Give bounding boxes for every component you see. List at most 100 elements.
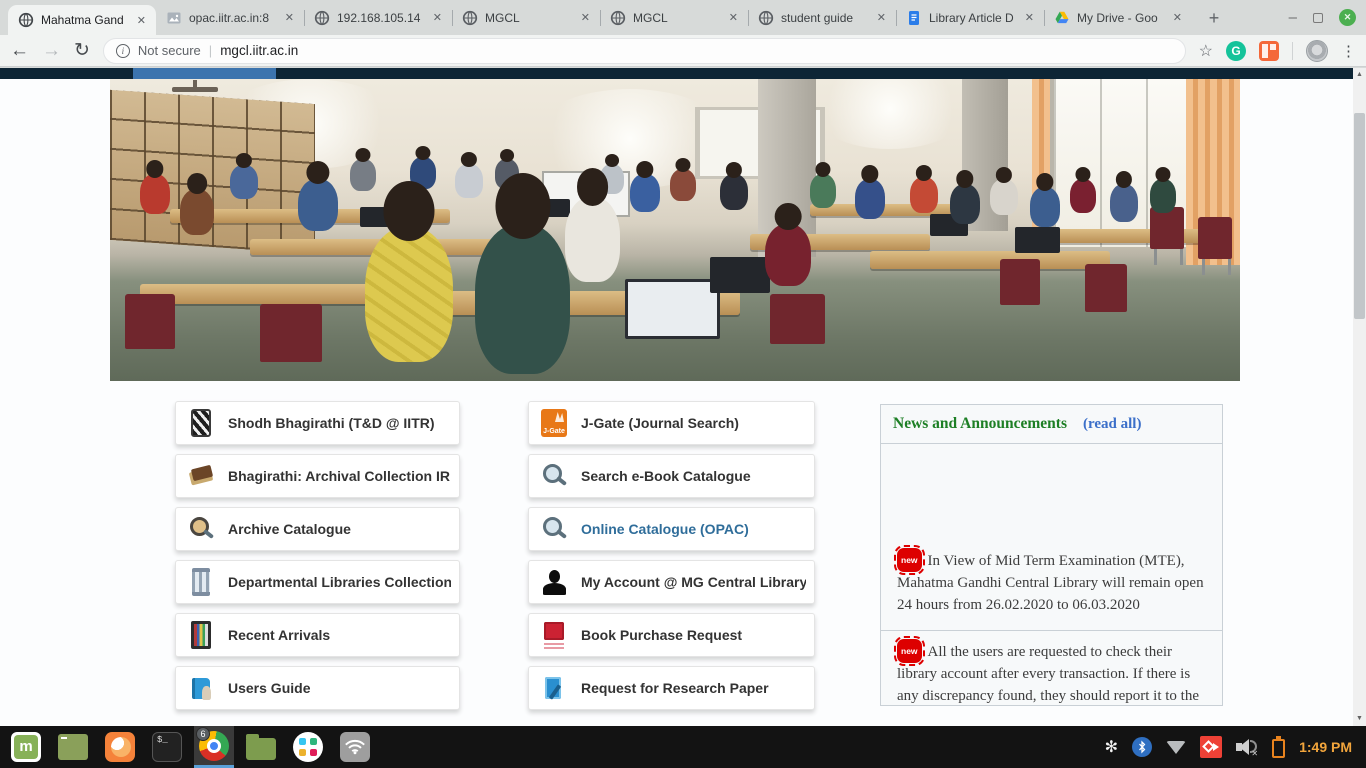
- tab-my-drive[interactable]: My Drive - Goo ✕: [1044, 0, 1192, 35]
- google-drive-favicon: [1054, 10, 1070, 26]
- profile-avatar[interactable]: [1306, 40, 1328, 62]
- link-ebook-catalogue[interactable]: Search e-Book Catalogue: [528, 454, 815, 498]
- link-label: Shodh Bhagirathi (T&D @ IITR): [228, 415, 435, 431]
- tab-title: MGCL: [633, 11, 719, 25]
- links-column-1: Shodh Bhagirathi (T&D @ IITR) Bhagirathi…: [175, 401, 460, 719]
- grammarly-extension-icon[interactable]: G: [1226, 41, 1246, 61]
- thesis-books-icon: [191, 409, 211, 437]
- forward-button[interactable]: →: [42, 41, 61, 60]
- tab-close-icon[interactable]: ✕: [282, 9, 297, 26]
- tab-close-icon[interactable]: ✕: [874, 9, 889, 26]
- scrollbar-thumb[interactable]: [1354, 113, 1365, 319]
- network-app-launcher[interactable]: [335, 726, 375, 768]
- info-icon[interactable]: i: [116, 44, 130, 58]
- scroll-up-arrow[interactable]: ▲: [1353, 68, 1366, 82]
- page-scrollbar[interactable]: ▲ ▼: [1353, 68, 1366, 726]
- library-column-icon: [192, 568, 210, 596]
- tab-student-guide[interactable]: student guide ✕: [748, 0, 896, 35]
- page-content: Shodh Bhagirathi (T&D @ IITR) Bhagirathi…: [0, 68, 1366, 726]
- volume-muted-icon[interactable]: ✕: [1236, 737, 1258, 757]
- read-all-link[interactable]: (read all): [1083, 416, 1141, 433]
- tab-ip-address[interactable]: 192.168.105.14 ✕: [304, 0, 452, 35]
- mint-menu-button[interactable]: m: [6, 726, 46, 768]
- tab-close-icon[interactable]: ✕: [430, 9, 445, 26]
- bookmark-star-icon[interactable]: ☆: [1199, 41, 1213, 61]
- tab-opac[interactable]: opac.iitr.ac.in:8 ✕: [156, 0, 304, 35]
- archive-book-icon: [188, 462, 214, 490]
- news-item: newIn View of Mid Term Examination (MTE)…: [881, 444, 1222, 631]
- file-manager-launcher[interactable]: [241, 726, 281, 768]
- taskbar-clock[interactable]: 1:49 PM: [1299, 739, 1352, 755]
- chrome-taskbar-button[interactable]: 6: [194, 726, 234, 768]
- slack-icon: [293, 732, 323, 762]
- scroll-down-arrow[interactable]: ▼: [1353, 712, 1366, 726]
- magnifier-icon: [541, 515, 567, 543]
- tab-title: Mahatma Gand: [41, 13, 127, 27]
- tab-close-icon[interactable]: ✕: [1170, 9, 1185, 26]
- link-recent-arrivals[interactable]: Recent Arrivals: [175, 613, 460, 657]
- news-title: News and Announcements: [893, 415, 1067, 433]
- tab-close-icon[interactable]: ✕: [134, 12, 149, 29]
- tab-title: student guide: [781, 11, 867, 25]
- link-label: Book Purchase Request: [581, 627, 742, 643]
- tab-title: 192.168.105.14: [337, 11, 423, 25]
- toolbar-separator: [1292, 42, 1293, 60]
- show-desktop-button[interactable]: [53, 726, 93, 768]
- link-label: Request for Research Paper: [581, 680, 769, 696]
- terminal-launcher[interactable]: $_: [147, 726, 187, 768]
- tab-mgcl-2[interactable]: MGCL ✕: [600, 0, 748, 35]
- news-item: newAll the users are requested to check …: [881, 631, 1222, 707]
- terminal-icon: $_: [152, 732, 182, 762]
- red-book-icon: [541, 621, 567, 649]
- browser-menu-icon[interactable]: ⋮: [1341, 42, 1356, 60]
- link-jgate[interactable]: J-Gate J-Gate (Journal Search): [528, 401, 815, 445]
- link-archival-collection[interactable]: Bhagirathi: Archival Collection IR: [175, 454, 460, 498]
- url-divider: |: [209, 43, 212, 58]
- globe-favicon: [758, 10, 774, 26]
- battery-icon[interactable]: [1272, 739, 1285, 758]
- image-favicon: [166, 10, 182, 26]
- tab-close-icon[interactable]: ✕: [578, 9, 593, 26]
- bluetooth-tray-icon[interactable]: [1132, 737, 1152, 757]
- link-departmental-libraries[interactable]: Departmental Libraries Collection: [175, 560, 460, 604]
- link-label: J-Gate (Journal Search): [581, 415, 739, 431]
- window-restore-button[interactable]: [1313, 13, 1323, 23]
- tab-library-article-doc[interactable]: Library Article D ✕: [896, 0, 1044, 35]
- firefox-launcher[interactable]: [100, 726, 140, 768]
- reload-button[interactable]: ↻: [74, 41, 90, 60]
- site-nav-active-item[interactable]: [133, 68, 276, 79]
- link-book-purchase[interactable]: Book Purchase Request: [528, 613, 815, 657]
- news-panel: News and Announcements (read all) newIn …: [880, 404, 1223, 706]
- link-label: Online Catalogue (OPAC): [581, 521, 749, 537]
- jgate-logo-text: J-Gate: [541, 428, 567, 435]
- extension-icon[interactable]: [1259, 41, 1279, 61]
- link-my-account[interactable]: My Account @ MG Central Library: [528, 560, 815, 604]
- window-close-button[interactable]: ✕: [1339, 9, 1356, 26]
- tab-title: My Drive - Goo: [1077, 11, 1163, 25]
- tab-title: Library Article D: [929, 11, 1015, 25]
- address-bar[interactable]: i Not secure | mgcl.iitr.ac.in: [103, 38, 1186, 64]
- person-icon: [541, 568, 567, 596]
- link-label: My Account @ MG Central Library: [581, 574, 806, 590]
- link-label: Users Guide: [228, 680, 310, 696]
- bookshelves: [110, 90, 315, 254]
- slack-tray-icon[interactable]: ✻: [1105, 737, 1118, 757]
- window-minimize-button[interactable]: –: [1289, 13, 1297, 23]
- link-archive-catalogue[interactable]: Archive Catalogue: [175, 507, 460, 551]
- tab-close-icon[interactable]: ✕: [1022, 9, 1037, 26]
- new-tab-button[interactable]: +: [1200, 6, 1228, 30]
- tab-mahatma-gandhi[interactable]: Mahatma Gand ✕: [8, 5, 156, 35]
- link-opac[interactable]: Online Catalogue (OPAC): [528, 507, 815, 551]
- url-text[interactable]: mgcl.iitr.ac.in: [220, 43, 298, 58]
- network-tray-icon[interactable]: [1166, 741, 1186, 754]
- link-research-paper[interactable]: Request for Research Paper: [528, 666, 815, 710]
- anydesk-tray-icon[interactable]: [1200, 736, 1222, 758]
- back-button[interactable]: ←: [10, 41, 29, 60]
- link-shodh-bhagirathi[interactable]: Shodh Bhagirathi (T&D @ IITR): [175, 401, 460, 445]
- wifi-app-icon: [340, 732, 370, 762]
- tab-close-icon[interactable]: ✕: [726, 9, 741, 26]
- link-users-guide[interactable]: Users Guide: [175, 666, 460, 710]
- tab-mgcl-1[interactable]: MGCL ✕: [452, 0, 600, 35]
- security-label: Not secure: [138, 43, 201, 58]
- slack-launcher[interactable]: [288, 726, 328, 768]
